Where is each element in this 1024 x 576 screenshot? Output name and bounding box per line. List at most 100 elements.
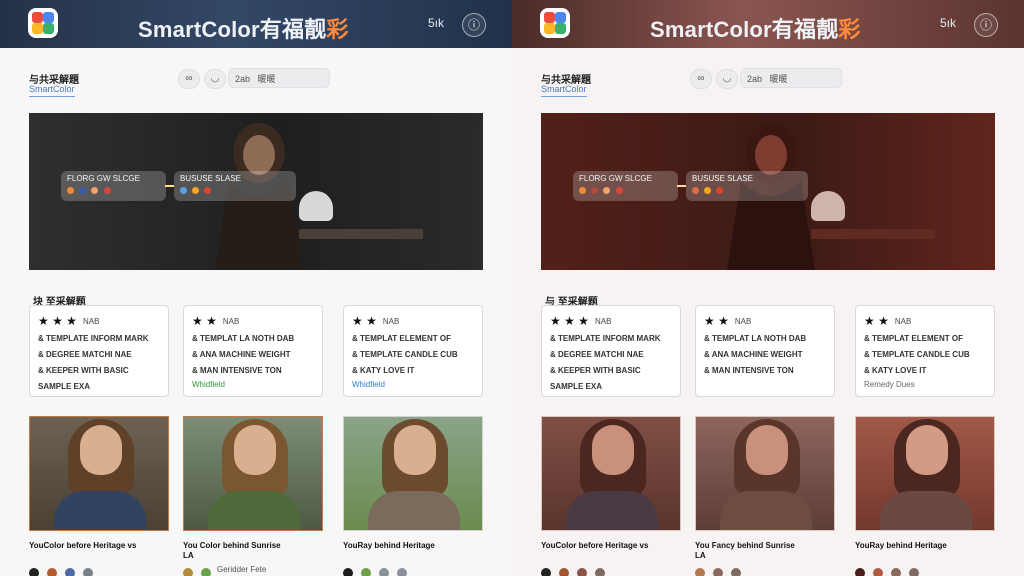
color-tooltip-left[interactable]: FLORG GW SLCGE xyxy=(61,171,166,201)
color-swatch[interactable] xyxy=(83,568,93,576)
tooltip-left-dots xyxy=(579,186,672,195)
photo-thumbnail[interactable] xyxy=(695,416,835,531)
card-line: & TEMPLAT LA NOTH DAB xyxy=(192,334,295,343)
photo-thumbnail[interactable] xyxy=(343,416,483,531)
tooltip-left-title: FLORG GW SLCGE xyxy=(67,174,140,183)
tooltip-dot xyxy=(103,187,111,195)
rating-card[interactable]: ★ ★ ★ NAB & TEMPLATE INFORM MARK & DEGREE… xyxy=(29,305,169,397)
card-line: & TEMPLATE INFORM MARK xyxy=(550,334,661,343)
star-rating: ★ ★ NAB xyxy=(864,314,912,328)
color-swatch[interactable] xyxy=(559,568,569,576)
card-line: & KATY LOVE IT xyxy=(352,366,415,375)
card-line: & TEMPLAT ELEMENT OF xyxy=(352,334,451,343)
tooltip-dot xyxy=(204,187,212,195)
photo-thumbnail[interactable] xyxy=(183,416,323,531)
tooltip-dot xyxy=(91,187,99,195)
tooltip-dot xyxy=(192,187,200,195)
tooltip-right-dots xyxy=(180,186,290,195)
color-swatch[interactable] xyxy=(855,568,865,576)
color-swatch[interactable] xyxy=(183,568,193,576)
color-swatch[interactable] xyxy=(361,568,371,576)
search-input[interactable]: 2ab 暖暖 xyxy=(228,68,330,88)
color-swatch[interactable] xyxy=(343,568,353,576)
photo-thumbnail[interactable] xyxy=(541,416,681,531)
card-tag: Remedy Dues xyxy=(864,380,915,389)
swatch-row xyxy=(695,565,749,576)
color-swatch[interactable] xyxy=(397,568,407,576)
star-rating: ★ ★ NAB xyxy=(192,314,240,328)
link-icon[interactable]: ∞ xyxy=(178,69,200,89)
swatch-row: Geridder Fete xyxy=(183,565,266,576)
color-swatch[interactable] xyxy=(909,568,919,576)
desk-shape xyxy=(299,229,423,239)
swatch-row xyxy=(855,565,927,576)
star-rating: ★ ★ NAB xyxy=(352,314,400,328)
card-line: & TEMPLATE CANDLE CUB xyxy=(352,350,458,359)
tooltip-dot xyxy=(67,187,74,195)
photo-thumbnail[interactable] xyxy=(855,416,995,531)
color-swatch[interactable] xyxy=(577,568,587,576)
tooltip-dot xyxy=(579,187,586,195)
photo-thumbnail[interactable] xyxy=(29,416,169,531)
history-icon[interactable]: ◡ xyxy=(204,69,226,89)
desk-shape xyxy=(811,229,935,239)
color-swatch[interactable] xyxy=(379,568,389,576)
color-swatch[interactable] xyxy=(891,568,901,576)
color-swatch[interactable] xyxy=(541,568,551,576)
signin-link[interactable]: 5ık xyxy=(428,16,444,30)
right-panel: SmartColor有福靓彩 5ık ⓘ 与共采解題 SmartColor ∞ … xyxy=(512,0,1024,576)
info-icon[interactable]: ⓘ xyxy=(462,13,486,37)
rating-card[interactable]: ★ ★ NAB & TEMPLAT ELEMENT OF & TEMPLATE C… xyxy=(343,305,483,397)
rating-card[interactable]: ★ ★ ★ NAB & TEMPLATE INFORM MARK & DEGREE… xyxy=(541,305,681,397)
link-icon[interactable]: ∞ xyxy=(690,69,712,89)
color-swatch[interactable] xyxy=(695,568,705,576)
history-icon[interactable]: ◡ xyxy=(716,69,738,89)
rating-card[interactable]: ★ ★ NAB & TEMPLAT ELEMENT OF & TEMPLATE C… xyxy=(855,305,995,397)
tooltip-right-title: BUSUSE SLASE xyxy=(692,174,753,183)
color-swatch[interactable] xyxy=(731,568,741,576)
rating-card[interactable]: ★ ★ NAB & TEMPLAT LA NOTH DAB & ANA MACHI… xyxy=(183,305,323,397)
card-line: & TEMPLATE INFORM MARK xyxy=(38,334,149,343)
tooltip-right-dots xyxy=(692,186,802,195)
info-icon[interactable]: ⓘ xyxy=(974,13,998,37)
thumb-caption: You Color behind Sunrise LA xyxy=(183,541,281,560)
color-tooltip-right[interactable]: BUSUSE SLASE xyxy=(686,171,808,201)
tooltip-left-title: FLORG GW SLCGE xyxy=(579,174,652,183)
color-swatch[interactable] xyxy=(47,568,57,576)
swatch-row xyxy=(343,565,415,576)
tooltip-dot xyxy=(603,187,611,195)
swatch-row xyxy=(29,565,101,576)
card-line: & ANA MACHINE WEIGHT xyxy=(192,350,291,359)
star-rating: ★ ★ NAB xyxy=(704,314,752,328)
card-tag: Whidfield xyxy=(192,380,225,389)
swatch-row xyxy=(541,565,613,576)
nav-subtitle[interactable]: SmartColor xyxy=(29,84,75,97)
star-rating: ★ ★ ★ NAB xyxy=(38,314,100,328)
color-swatch[interactable] xyxy=(201,568,211,576)
card-line: & TEMPLAT ELEMENT OF xyxy=(864,334,963,343)
tooltip-connector xyxy=(677,185,686,187)
card-line: SAMPLE EXA xyxy=(550,382,603,391)
app-title: SmartColor有福靓彩 xyxy=(138,17,349,42)
color-swatch[interactable] xyxy=(595,568,605,576)
card-line: & TEMPLAT LA NOTH DAB xyxy=(704,334,807,343)
color-swatch[interactable] xyxy=(873,568,883,576)
rating-card[interactable]: ★ ★ NAB & TEMPLAT LA NOTH DAB & ANA MACHI… xyxy=(695,305,835,397)
tooltip-dot xyxy=(615,187,623,195)
tooltip-dot xyxy=(591,187,599,195)
color-swatch[interactable] xyxy=(713,568,723,576)
color-swatch[interactable] xyxy=(65,568,75,576)
nav-subtitle[interactable]: SmartColor xyxy=(541,84,587,97)
title-bar: SmartColor有福靓彩 5ık ⓘ xyxy=(512,0,1024,48)
search-input[interactable]: 2ab 暖暖 xyxy=(740,68,842,88)
card-line: & KEEPER WITH BASIC xyxy=(550,366,641,375)
color-tooltip-right[interactable]: BUSUSE SLASE xyxy=(174,171,296,201)
color-swatch[interactable] xyxy=(29,568,39,576)
signin-link[interactable]: 5ık xyxy=(940,16,956,30)
card-line: & MAN INTENSIVE TON xyxy=(192,366,282,375)
app-icon[interactable] xyxy=(28,8,58,38)
card-line: & TEMPLATE CANDLE CUB xyxy=(864,350,970,359)
card-line: SAMPLE EXA xyxy=(38,382,91,391)
color-tooltip-left[interactable]: FLORG GW SLCGE xyxy=(573,171,678,201)
app-icon[interactable] xyxy=(540,8,570,38)
